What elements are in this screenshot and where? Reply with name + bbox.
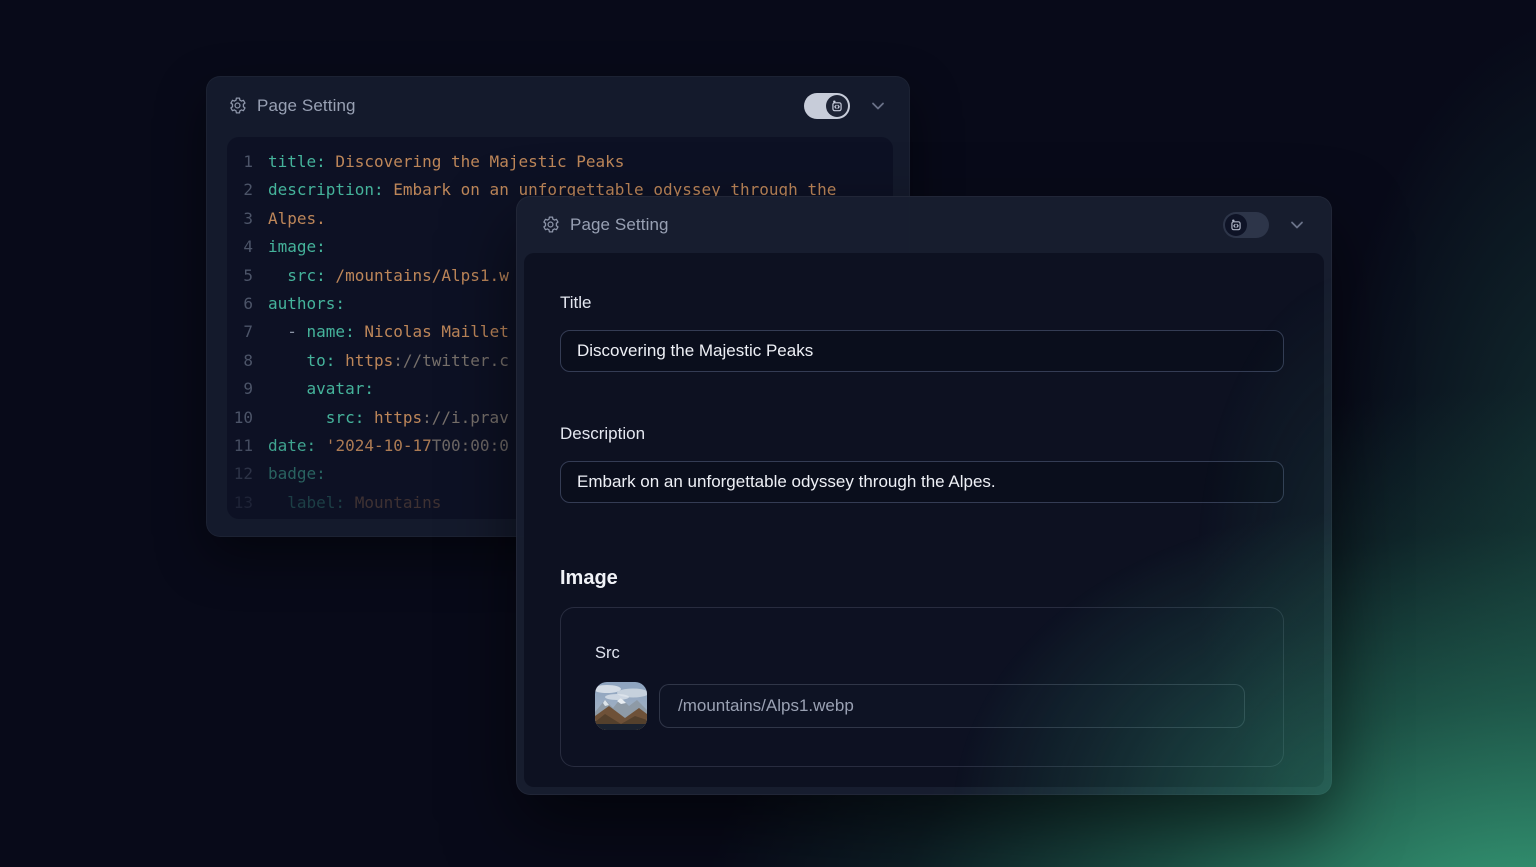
title-field-label: Title: [560, 292, 1284, 313]
gear-icon: [228, 96, 247, 115]
code-text: avatar:: [253, 375, 374, 403]
code-box-icon: [830, 99, 844, 113]
line-number: 13: [227, 489, 253, 517]
panel-title: Page Setting: [257, 96, 356, 116]
toggle-knob: [1225, 214, 1247, 236]
code-text: src: /mountains/Alps1.w: [253, 262, 509, 290]
code-text: label: Mountains: [253, 489, 441, 517]
line-number: 4: [227, 233, 253, 261]
code-form-view-toggle[interactable]: [1223, 212, 1269, 238]
line-number: 5: [227, 262, 253, 290]
line-number: 9: [227, 375, 253, 403]
line-number: 11: [227, 432, 253, 460]
src-field-label: Src: [595, 644, 1245, 663]
desktop-background: Page Setting 1title: Discovering the Maj…: [0, 0, 1536, 867]
page-setting-panel-form: Page Setting Title Description: [516, 196, 1332, 795]
code-text: Alpes.: [253, 205, 326, 233]
gear-icon: [541, 215, 560, 234]
title-input[interactable]: [560, 330, 1284, 372]
code-text: - name: Nicolas Maillet: [253, 318, 509, 346]
line-number: 2: [227, 176, 253, 204]
code-line: 1title: Discovering the Majestic Peaks: [227, 148, 893, 176]
description-input[interactable]: [560, 461, 1284, 503]
code-text: authors:: [253, 290, 345, 318]
toggle-knob: [826, 95, 848, 117]
code-text: src: https://i.prav: [253, 404, 509, 432]
line-number: 12: [227, 460, 253, 488]
line-number: 6: [227, 290, 253, 318]
chevron-down-icon[interactable]: [868, 96, 888, 116]
panel-header: Page Setting: [516, 196, 1332, 253]
line-number: 1: [227, 148, 253, 176]
line-number: 3: [227, 205, 253, 233]
panel-title: Page Setting: [570, 215, 669, 235]
image-thumbnail[interactable]: [595, 682, 647, 730]
line-number: 10: [227, 404, 253, 432]
panel-header: Page Setting: [206, 76, 910, 135]
line-number: 7: [227, 318, 253, 346]
description-field-label: Description: [560, 423, 1284, 444]
page-setting-form: Title Description Image Src: [524, 253, 1324, 787]
line-number: 8: [227, 347, 253, 375]
image-section-heading: Image: [560, 565, 1284, 591]
code-text: to: https://twitter.c: [253, 347, 509, 375]
code-text: title: Discovering the Majestic Peaks: [253, 148, 624, 176]
code-form-view-toggle[interactable]: [804, 93, 850, 119]
mountain-photo-thumbnail: [595, 682, 647, 730]
code-text: date: '2024-10-17T00:00:0: [253, 432, 509, 460]
code-text: image:: [253, 233, 326, 261]
image-settings-card: Src: [560, 607, 1284, 767]
image-src-input[interactable]: [659, 684, 1245, 728]
code-box-icon: [1229, 218, 1243, 232]
description-field-group: Description: [560, 423, 1284, 503]
chevron-down-icon[interactable]: [1287, 215, 1307, 235]
src-field-row: [595, 682, 1245, 730]
code-text: badge:: [253, 460, 326, 488]
